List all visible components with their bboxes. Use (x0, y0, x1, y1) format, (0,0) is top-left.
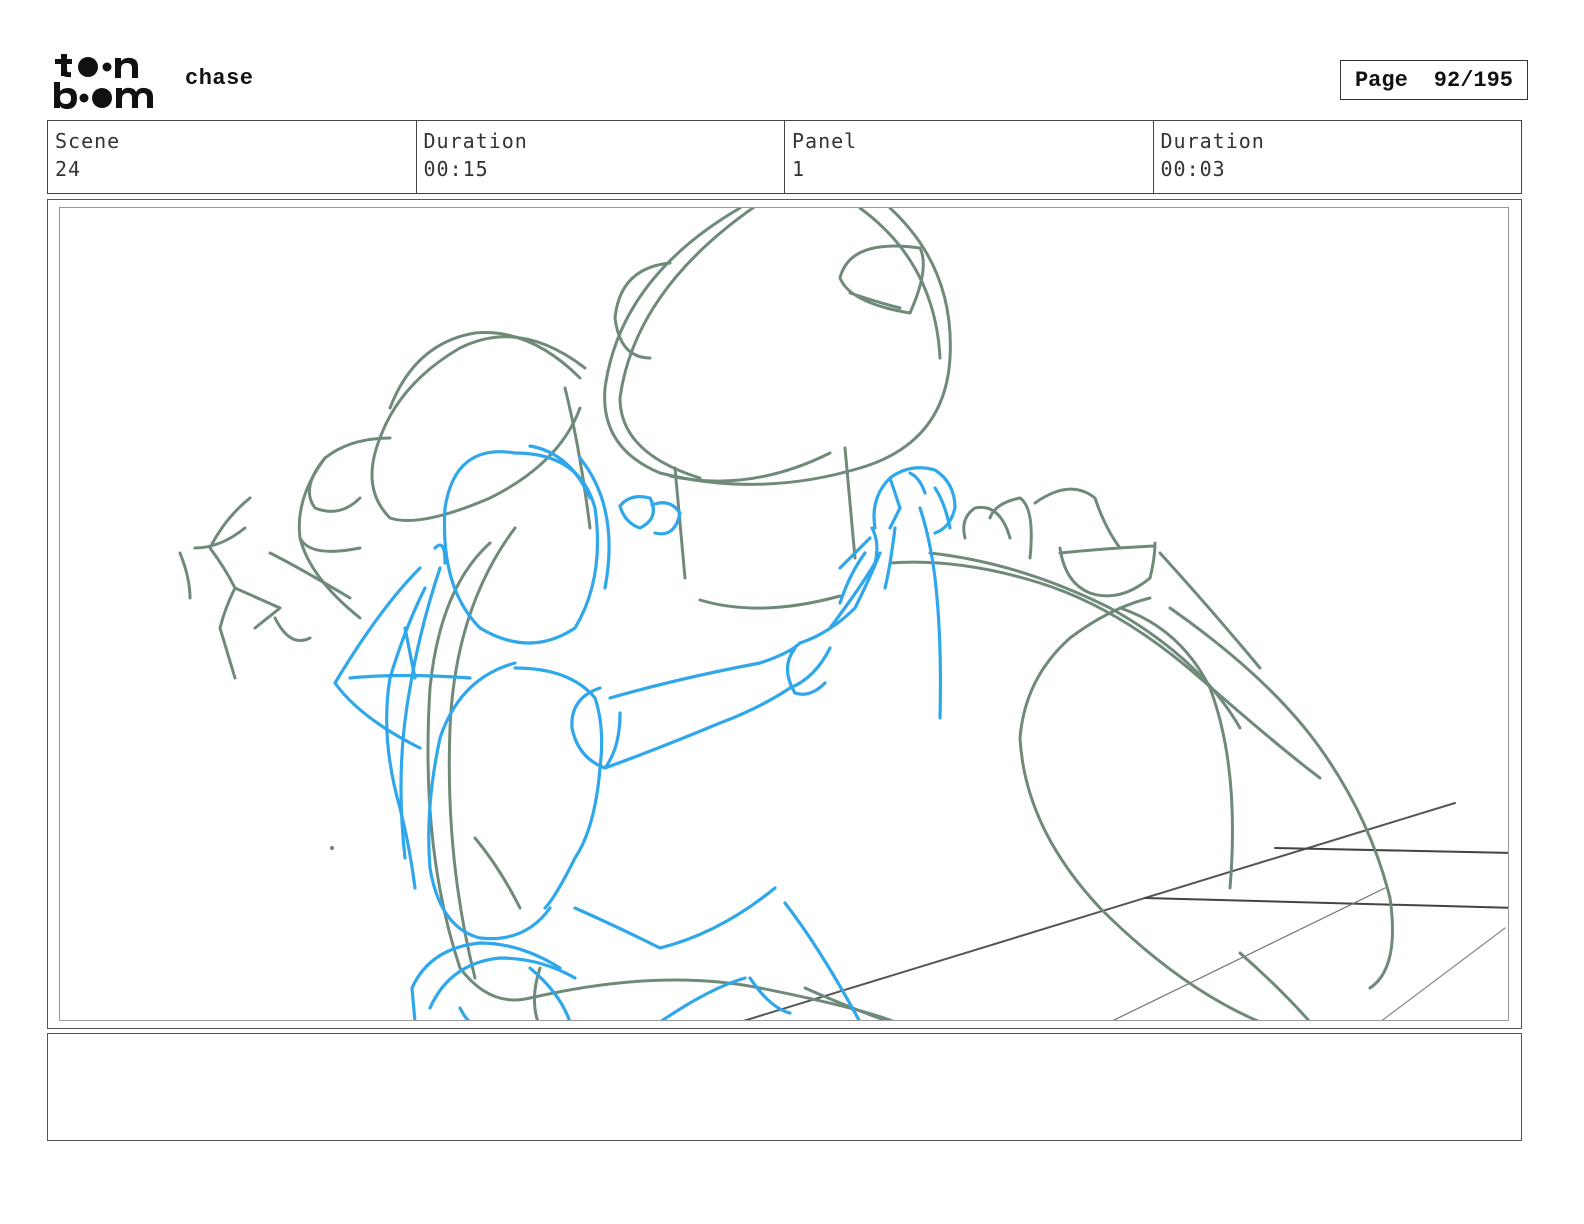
panel-image (59, 207, 1509, 1021)
panel-frame (47, 199, 1522, 1029)
panel-cell: Panel 1 (785, 121, 1154, 193)
page-label: Page (1354, 67, 1408, 93)
project-title: chase (185, 66, 254, 91)
panel-info-row: Scene 24 Duration 00:15 Panel 1 Duration… (47, 120, 1522, 194)
panel-label: Panel (792, 129, 858, 153)
panel-value: 1 (792, 157, 806, 181)
scene-value: 24 (55, 157, 82, 181)
page-number: 92/195 (1433, 67, 1514, 93)
panel-duration-label: Duration (1160, 129, 1265, 153)
storyboard-sketch (178, 208, 1508, 1020)
scene-cell: Scene 24 (48, 121, 417, 193)
page-indicator: Page 92/195 (1340, 60, 1528, 100)
panel-duration-value: 00:03 (1160, 157, 1226, 181)
scene-duration-cell: Duration 00:15 (417, 121, 785, 193)
panel-duration-cell: Duration 00:03 (1154, 121, 1522, 193)
scene-label: Scene (55, 129, 121, 153)
perspective-lines (743, 802, 1508, 1020)
scene-duration-value: 00:15 (423, 157, 489, 181)
toonboom-logo (52, 50, 164, 112)
panel-notes (47, 1033, 1522, 1141)
scene-duration-label: Duration (423, 129, 528, 153)
